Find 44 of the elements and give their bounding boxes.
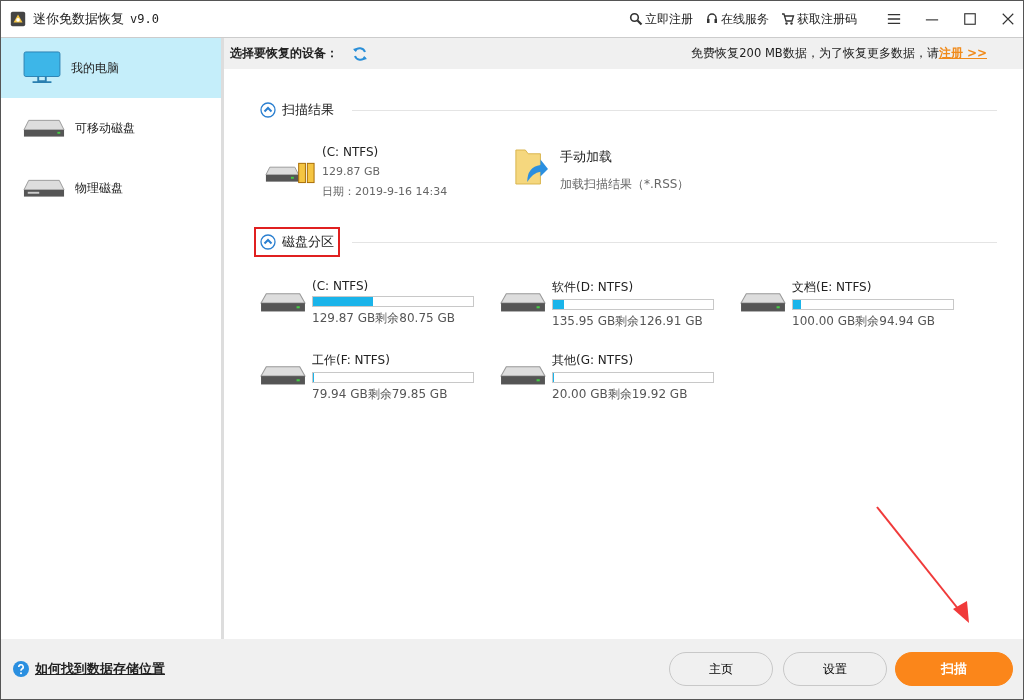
help-icon [13,661,29,677]
app-logo-icon [9,10,27,28]
result-name: (C: NTFS) [322,145,380,159]
title-link[interactable]: 在线服务 [705,10,769,28]
result-size: 129.87 GB [322,165,382,178]
partition-info: 79.94 GB剩余79.85 GB [312,386,449,403]
collapse-icon [260,102,276,118]
section-title[interactable]: 扫描结果 [254,95,340,125]
partition-name: 文档(E: NTFS) [792,279,873,296]
footer-button[interactable]: 主页 [669,652,773,686]
partition-info: 129.87 GB剩余80.75 GB [312,310,457,327]
sidebar-item[interactable]: 可移动磁盘 [1,98,221,158]
headset-icon [705,12,719,26]
manual-load-desc: 加载扫描结果（*.RSS） [560,176,690,193]
partition-name: (C: NTFS) [312,279,370,293]
collapse-icon [260,234,276,250]
drive-icon [23,118,65,138]
partition-name: 其他(G: NTFS) [552,352,635,369]
close-icon[interactable] [1001,12,1015,26]
result-date: 日期：2019-9-16 14:34 [322,184,448,199]
footer-button[interactable]: 设置 [783,652,887,686]
notice-text: 免费恢复200 MB数据，为了恢复更多数据，请 [691,46,939,61]
partition-info: 100.00 GB剩余94.94 GB [792,313,937,330]
refresh-icon[interactable] [352,45,368,62]
sidebar-item[interactable]: 我的电脑 [1,38,221,98]
partition-info: 20.00 GB剩余19.92 GB [552,386,689,403]
window-title: 迷你免数据恢复 [33,10,124,28]
partition-name: 工作(F: NTFS) [312,352,391,369]
partition-name: 软件(D: NTFS) [552,279,635,296]
partition-info: 135.95 GB剩余126.91 GB [552,313,704,330]
maximize-icon[interactable] [963,12,977,26]
magnifier-icon [629,12,643,26]
section-title[interactable]: 磁盘分区 [254,227,340,257]
monitor-icon [23,51,61,85]
cart-icon [781,12,795,26]
sidebar-item[interactable]: 物理磁盘 [1,158,221,218]
title-link[interactable]: 立即注册 [629,10,693,28]
manual-load-title: 手动加载 [560,149,613,166]
version-label: v9.0 [130,12,159,26]
drive-icon [23,178,65,198]
help-link[interactable]: 如何找到数据存储位置 [35,660,165,678]
title-link[interactable]: 获取注册码 [781,10,857,28]
menu-icon[interactable] [887,12,901,26]
device-prompt: 选择要恢复的设备： [230,45,338,62]
